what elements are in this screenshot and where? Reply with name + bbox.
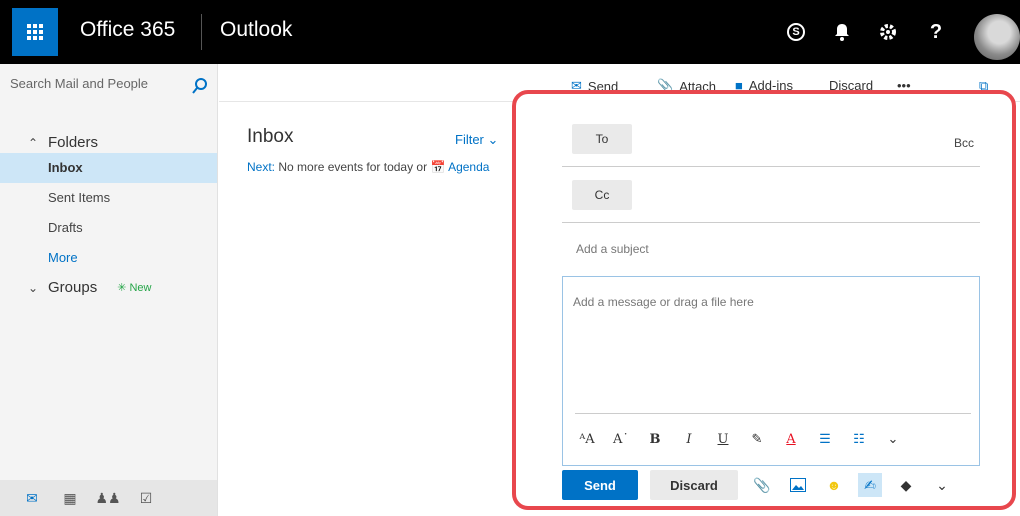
- font-size-icon[interactable]: ᴬA: [575, 427, 599, 451]
- divider: [562, 166, 980, 167]
- font-color-icon[interactable]: A: [779, 427, 803, 451]
- waffle-icon: [27, 24, 43, 40]
- calendar-icon[interactable]: ▦: [60, 488, 80, 508]
- left-pane: Search Mail and People ⌃ Folders Inbox S…: [0, 64, 218, 516]
- folder-item-drafts[interactable]: Drafts: [0, 213, 217, 243]
- folder-item-inbox[interactable]: Inbox: [0, 153, 217, 183]
- mail-icon[interactable]: ✉: [22, 488, 42, 508]
- folders-label: Folders: [48, 134, 99, 151]
- filter-button[interactable]: Filter ⌄: [455, 132, 498, 148]
- divider: [562, 222, 980, 223]
- insert-picture-icon[interactable]: [786, 473, 810, 497]
- avatar[interactable]: [974, 14, 1020, 60]
- folders-header[interactable]: ⌃ Folders: [28, 134, 98, 151]
- bullets-icon[interactable]: ☰: [813, 427, 837, 451]
- format-toolbar: ᴬA A˙ B I U ✎ A ☰ ☷ ⌄: [575, 427, 905, 451]
- bold-icon[interactable]: B: [643, 427, 667, 451]
- settings-button[interactable]: [868, 14, 908, 50]
- bell-icon: [835, 24, 849, 41]
- underline-icon[interactable]: U: [711, 427, 735, 451]
- search-icon[interactable]: [192, 78, 208, 94]
- emoji-icon[interactable]: ☻: [822, 473, 846, 497]
- numbering-icon[interactable]: ☷: [847, 427, 871, 451]
- tasks-icon[interactable]: ☑: [136, 488, 156, 508]
- skype-icon: S: [787, 23, 805, 41]
- to-button[interactable]: To: [572, 124, 632, 154]
- compose-pane: To Bcc Cc Add a subject Add a message or…: [512, 90, 1016, 510]
- folder-more-link[interactable]: More: [0, 243, 217, 273]
- cc-button[interactable]: Cc: [572, 180, 632, 210]
- brand-title[interactable]: Office 365: [80, 18, 175, 42]
- subject-input[interactable]: Add a subject: [576, 242, 649, 256]
- message-list: Inbox Filter ⌄ Next: No more events for …: [219, 102, 515, 516]
- app-name[interactable]: Outlook: [220, 18, 292, 42]
- divider: [575, 413, 971, 414]
- highlight-icon[interactable]: ✎: [745, 427, 769, 451]
- grow-font-icon[interactable]: A˙: [609, 427, 633, 451]
- bcc-link[interactable]: Bcc: [954, 136, 974, 150]
- send-button[interactable]: Send: [562, 470, 638, 500]
- next-label: Next:: [247, 160, 276, 174]
- notifications-button[interactable]: [822, 14, 862, 50]
- people-icon[interactable]: ♟♟: [95, 488, 120, 508]
- italic-icon[interactable]: I: [677, 427, 701, 451]
- groups-header[interactable]: ⌄ Groups ✳ New: [28, 279, 152, 296]
- chevron-down-icon: ⌄: [28, 280, 39, 295]
- agenda-link[interactable]: 📅 Agenda: [430, 160, 489, 174]
- new-badge: ✳ New: [117, 282, 152, 294]
- top-bar: Office 365 Outlook S ?: [0, 0, 1020, 64]
- body-placeholder: Add a message or drag a file here: [573, 295, 754, 309]
- module-switcher: ✉ ▦ ♟♟ ☑: [0, 480, 217, 516]
- chevron-down-icon[interactable]: ⌄: [881, 427, 905, 451]
- next-text: No more events for today or: [278, 160, 428, 174]
- signature-icon[interactable]: ✍: [858, 473, 882, 497]
- chevron-up-icon: ⌃: [28, 135, 39, 150]
- compose-actions: Send Discard 📎 ☻ ✍ ◆ ⌄: [562, 470, 954, 500]
- folder-item-sent[interactable]: Sent Items: [0, 183, 217, 213]
- addin-icon[interactable]: ◆: [894, 473, 918, 497]
- attach-icon[interactable]: 📎: [750, 473, 774, 497]
- message-body-editor[interactable]: Add a message or drag a file here ᴬA A˙ …: [562, 276, 980, 466]
- inbox-title: Inbox: [247, 126, 294, 147]
- discard-button[interactable]: Discard: [650, 470, 738, 500]
- gear-icon: [880, 24, 896, 40]
- groups-label: Groups: [48, 279, 98, 296]
- app-launcher-button[interactable]: [12, 8, 58, 56]
- help-button[interactable]: ?: [916, 14, 956, 50]
- next-event-line: Next: No more events for today or 📅 Agen…: [247, 160, 489, 174]
- skype-button[interactable]: S: [776, 14, 816, 50]
- search-input[interactable]: Search Mail and People: [10, 76, 210, 98]
- chevron-down-icon[interactable]: ⌄: [930, 473, 954, 497]
- divider: [201, 14, 202, 50]
